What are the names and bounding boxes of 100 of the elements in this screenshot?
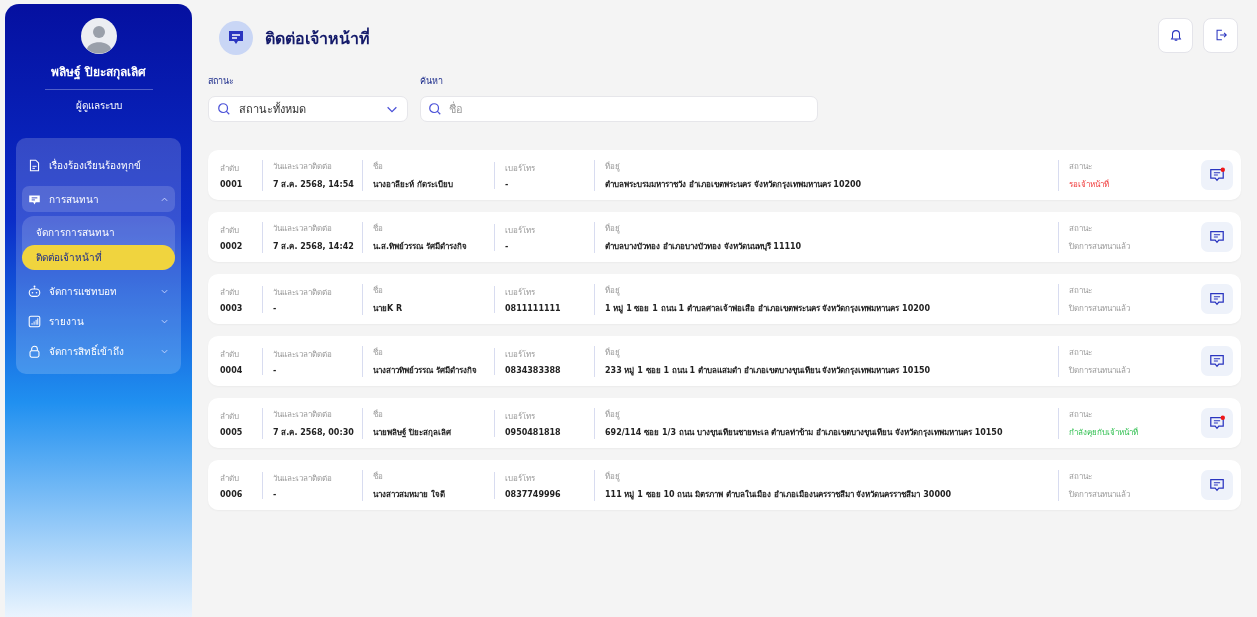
field-label: วันและเวลาติดต่อ: [273, 348, 333, 361]
field-value: 111 หมู่ 1 ซอย 10 ถนน มิตรภาพ ตำบลในเมือง อำเภอเมืองนครราชสีมา จังหวัดนครราชสีมา 30000: [605, 488, 953, 501]
field-label: สถานะ: [1069, 408, 1093, 421]
user-name: พลิษฐ์ ปิยะสกุลเลิศ: [44, 62, 153, 90]
field-value: 1 หมู่ 1 ซอย 1 ถนน 1 ตำบลศาลเจ้าพ่อเสือ อำเภอเขตพระนคร จังหวัดกรุงเทพมหานคร 10200: [605, 302, 931, 315]
chat-icon: [1209, 415, 1225, 431]
status-dropdown[interactable]: สถานะทั้งหมด: [208, 96, 408, 122]
field-value: 7 ส.ค. 2568, 14:42: [273, 240, 355, 253]
chat-button[interactable]: [1201, 470, 1233, 500]
field-label: ชื่อ: [373, 160, 384, 173]
field-label: สถานะ: [1069, 160, 1093, 173]
field-label: ชื่อ: [373, 222, 384, 235]
search-field[interactable]: ชื่อ: [420, 96, 818, 122]
field-label: ลำดับ: [220, 410, 240, 423]
field-value: นางสาวทิพย์วรรณ รัศมีดำรงกิจ: [373, 364, 478, 377]
submenu-item[interactable]: จัดการการสนทนา: [22, 220, 175, 245]
status-text: รอเจ้าหน้าที่: [1069, 178, 1110, 191]
user-role: ผู้ดูแลระบบ: [75, 99, 122, 113]
field-label: สถานะ: [1069, 346, 1093, 359]
logout-button[interactable]: [1203, 17, 1238, 53]
field-label: สถานะ: [208, 75, 235, 88]
field-label: วันและเวลาติดต่อ: [273, 408, 333, 421]
field-label: ลำดับ: [220, 348, 240, 361]
bar-chart-icon: [28, 314, 41, 328]
menu-item[interactable]: จัดการสิทธิ์เข้าถึง: [22, 338, 175, 364]
chat-icon: [1209, 353, 1225, 369]
field-value: 7 ส.ค. 2568, 00:30: [273, 426, 355, 439]
field-value: ตำบลพระบรมมหาราชวัง อำเภอเขตพระนคร จังหวัดกรุงเทพมหานคร 10200: [605, 178, 863, 191]
lock-icon: [28, 344, 41, 358]
field-label: เบอร์โทร: [505, 286, 536, 299]
field-label: ที่อยู่: [605, 470, 621, 483]
status-text: ปิดการสนทนาแล้ว: [1069, 488, 1131, 501]
field-label: ที่อยู่: [605, 222, 621, 235]
field-value: นายK R: [373, 302, 404, 315]
chat-button[interactable]: [1201, 222, 1233, 252]
field-value: 0834383388: [505, 365, 562, 375]
field-value: 0003: [220, 303, 244, 313]
field-value: 0006: [220, 489, 244, 499]
field-label: ชื่อ: [373, 408, 384, 421]
chat-icon: [1209, 167, 1225, 183]
field-label: สถานะ: [1069, 222, 1093, 235]
menu-item[interactable]: จัดการแชทบอท: [22, 278, 175, 304]
field-value: น.ส.ทิพย์วรรณ รัศมีดำรงกิจ: [373, 240, 468, 253]
field-label: ลำดับ: [220, 162, 240, 175]
field-label: ที่อยู่: [605, 408, 621, 421]
menu-item[interactable]: เรื่องร้องเรียนร้องทุกข์: [22, 148, 175, 182]
field-value: -: [273, 489, 278, 499]
field-label: ที่อยู่: [605, 346, 621, 359]
chat-button[interactable]: [1201, 346, 1233, 376]
logout-icon: [1213, 28, 1228, 42]
field-label: เบอร์โทร: [505, 162, 536, 175]
field-value: -: [505, 241, 510, 251]
chat-button[interactable]: [1201, 160, 1233, 190]
chat-icon: [28, 192, 41, 206]
field-label: ลำดับ: [220, 286, 240, 299]
menu-item[interactable]: การสนทนา: [22, 186, 175, 212]
submenu-item[interactable]: ติดต่อเจ้าหน้าที่: [22, 245, 175, 270]
field-value: 0950481818: [505, 427, 562, 437]
field-label: สถานะ: [1069, 470, 1093, 483]
field-label: สถานะ: [1069, 284, 1093, 297]
field-label: ลำดับ: [220, 224, 240, 237]
field-value: นางสาวสมหมาย ใจดี: [373, 488, 446, 501]
menu-item[interactable]: รายงาน: [22, 308, 175, 334]
notification-button[interactable]: [1158, 17, 1193, 53]
chat-button[interactable]: [1201, 408, 1233, 438]
field-value: -: [273, 303, 278, 313]
field-label: วันและเวลาติดต่อ: [273, 472, 333, 485]
chat-icon: [1209, 229, 1225, 245]
page-title: ติดต่อเจ้าหน้าที่: [265, 26, 370, 50]
field-value: 692/114 ซอย 1/3 ถนน บางขุนเทียนชายทะเล ตำบลท่าข้าม อำเภอเขตบางขุนเทียน จังหวัดกรุงเทพมหานคร 10150: [605, 426, 1004, 439]
chat-icon: [1209, 291, 1225, 307]
field-value: 7 ส.ค. 2568, 14:54: [273, 178, 355, 191]
field-label: เบอร์โทร: [505, 472, 536, 485]
status-text: ปิดการสนทนาแล้ว: [1069, 302, 1131, 315]
field-value: 0811111111: [505, 303, 562, 313]
field-label: ชื่อ: [373, 346, 384, 359]
field-value: 0004: [220, 365, 244, 375]
field-label: วันและเวลาติดต่อ: [273, 160, 333, 173]
chat-button[interactable]: [1201, 284, 1233, 314]
field-value: 0002: [220, 241, 244, 251]
bell-icon: [1168, 28, 1183, 42]
field-label: ค้นหา: [420, 75, 444, 88]
robot-icon: [28, 284, 41, 298]
search-icon: [428, 102, 442, 116]
avatar-icon: [80, 18, 117, 54]
field-label: ชื่อ: [373, 284, 384, 297]
field-value: นางอาลียะห์ กัดระเบียบ: [373, 178, 454, 191]
document-icon: [28, 158, 41, 172]
field-label: ชื่อ: [373, 470, 384, 483]
field-label: ลำดับ: [220, 472, 240, 485]
field-label: ที่อยู่: [605, 160, 621, 173]
field-label: เบอร์โทร: [505, 348, 536, 361]
field-value: 0837749996: [505, 489, 562, 499]
search-icon: [217, 102, 231, 116]
field-value: 233 หมู่ 1 ซอย 1 ถนน 1 ตำบลแสมดำ อำเภอเขตบางขุนเทียน จังหวัดกรุงเทพมหานคร 10150: [605, 364, 932, 377]
status-text: กำลังคุยกับเจ้าหน้าที่: [1069, 426, 1139, 439]
field-label: วันและเวลาติดต่อ: [273, 286, 333, 299]
chat-icon: [219, 21, 253, 55]
chat-icon: [1209, 477, 1225, 493]
status-text: ปิดการสนทนาแล้ว: [1069, 364, 1131, 377]
